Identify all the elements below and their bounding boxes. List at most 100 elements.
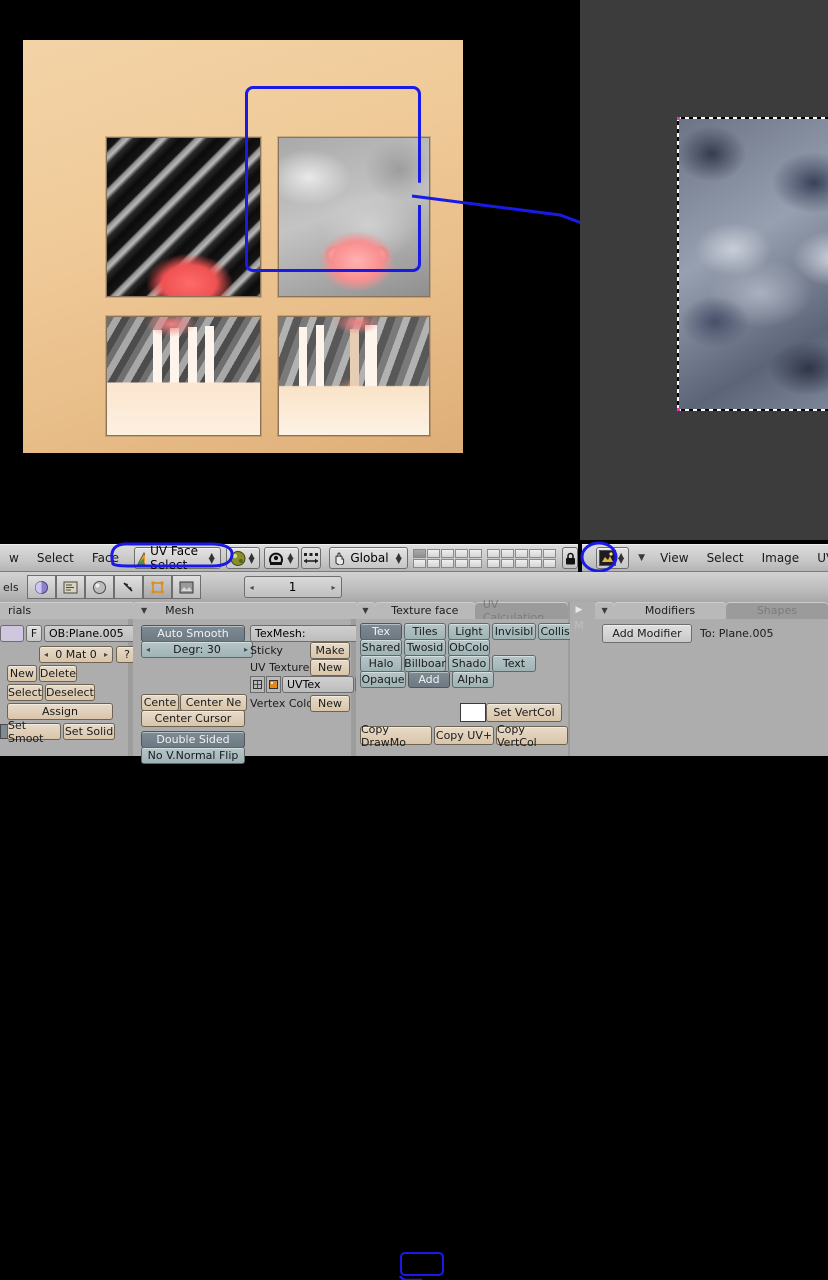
frame-next-icon[interactable]: ▸ — [332, 583, 336, 592]
object-constraints-icon[interactable] — [113, 575, 143, 599]
layer-button[interactable] — [515, 558, 529, 568]
new-material-button[interactable]: New — [7, 665, 37, 682]
texmesh-field[interactable]: TexMesh: — [250, 625, 358, 642]
select-button[interactable]: Select — [7, 684, 43, 701]
uvtex-entry-row[interactable]: UVTex ✕ — [250, 676, 371, 693]
mode-selector-chevrons[interactable]: ▲ ▼ — [207, 552, 217, 565]
layer-button[interactable] — [427, 558, 441, 568]
set-vertcol-button[interactable]: Set VertCol — [486, 703, 562, 722]
shading-icon[interactable] — [84, 575, 114, 599]
panel-link-materials-tab[interactable]: rials — [0, 602, 140, 619]
face-bottom-right[interactable] — [278, 316, 430, 436]
image-icon[interactable] — [266, 676, 281, 693]
degr-next-icon[interactable]: ▸ — [244, 645, 248, 654]
panel-modifiers-collapse[interactable]: ▼ — [595, 602, 615, 619]
panel-collapse-icon[interactable]: ▼ — [601, 606, 607, 615]
layer-button[interactable] — [529, 548, 543, 558]
texface-tex-toggle[interactable]: Tex — [360, 623, 402, 640]
grid-icon[interactable] — [250, 676, 265, 693]
texface-text-toggle[interactable]: Text — [492, 655, 536, 672]
texface-add-toggle[interactable]: Add — [408, 671, 450, 688]
uv-menu-select[interactable]: Select — [698, 546, 753, 570]
copy-vertcol-button[interactable]: Copy VertCol — [496, 723, 568, 749]
3d-viewport[interactable] — [0, 0, 580, 540]
object-name-field[interactable]: OB:Plane.005 — [44, 625, 140, 642]
center-new-button[interactable]: Center Ne — [180, 694, 247, 711]
material-color-swatch[interactable] — [0, 625, 24, 642]
editing-icon[interactable] — [142, 575, 172, 599]
center-cursor-button[interactable]: Center Cursor — [141, 710, 245, 727]
menu-select[interactable]: Select — [28, 546, 83, 570]
layer-button[interactable] — [455, 548, 469, 558]
layer-buttons-group-2[interactable] — [487, 548, 557, 568]
textured-plane[interactable] — [23, 40, 463, 453]
vertcol-color-swatch[interactable] — [460, 703, 486, 722]
orientation-chevrons[interactable]: ▲ ▼ — [394, 552, 404, 565]
triangle-right-icon[interactable]: ▶ — [572, 605, 586, 615]
auto-smooth-degrees-field[interactable]: ◂ Degr: 30 ▸ — [141, 641, 253, 658]
layer-button[interactable] — [469, 548, 483, 558]
tab-modifiers[interactable]: Modifiers — [614, 602, 726, 619]
uvtex-name-field[interactable]: UVTex — [282, 676, 354, 693]
layer-button[interactable] — [427, 548, 441, 558]
texface-shadow-toggle[interactable]: Shado — [448, 655, 490, 672]
layer-button[interactable] — [469, 558, 483, 568]
assign-button[interactable]: Assign — [7, 703, 113, 720]
texface-shared-toggle[interactable]: Shared — [360, 639, 402, 656]
set-smooth-button[interactable]: Set Smoot — [7, 719, 61, 745]
draw-type-chevrons[interactable]: ▲ ▼ — [247, 552, 257, 565]
double-sided-toggle[interactable]: Double Sided — [141, 731, 245, 748]
layer-button[interactable] — [487, 548, 501, 558]
layer-button[interactable] — [487, 558, 501, 568]
add-modifier-button[interactable]: Add Modifier — [602, 624, 692, 643]
layer-button[interactable] — [441, 558, 455, 568]
texface-twosided-toggle[interactable]: Twosid — [404, 639, 446, 656]
texface-opaque-toggle[interactable]: Opaque — [360, 671, 406, 688]
texface-tiles-toggle[interactable]: Tiles — [404, 623, 446, 640]
mat-next-icon[interactable]: ▸ — [104, 650, 108, 659]
layer-buttons-group-1[interactable] — [413, 548, 483, 568]
sticky-make-button[interactable]: Make — [310, 642, 350, 659]
context-icon-group[interactable] — [26, 575, 201, 599]
mode-selector[interactable]: UV Face Select ▲ ▼ — [134, 544, 221, 572]
mat-prev-icon[interactable]: ◂ — [44, 650, 48, 659]
transform-orientation-selector[interactable]: Global ▲ ▼ — [329, 547, 408, 569]
frame-field[interactable]: ◂ 1 ▸ — [243, 576, 342, 598]
manipulator-toggle[interactable] — [300, 547, 321, 569]
face-bottom-left[interactable] — [106, 316, 261, 436]
draw-type-selector[interactable]: ▲ ▼ — [225, 547, 260, 569]
deselect-button[interactable]: Deselect — [44, 684, 95, 701]
face-top-left[interactable] — [106, 137, 261, 297]
vertex-color-new-button[interactable]: New — [310, 695, 350, 712]
layer-lock-toggle[interactable] — [562, 547, 579, 569]
uv-image-editor[interactable] — [580, 0, 828, 540]
copy-drawmode-button[interactable]: Copy DrawMo — [360, 723, 432, 749]
uv-menu-view[interactable]: View — [651, 546, 697, 570]
tab-shapes[interactable]: Shapes — [725, 602, 828, 619]
material-index-field[interactable]: ◂ 0 Mat 0 ▸ — [39, 646, 113, 663]
texface-light-toggle[interactable]: Light — [448, 623, 490, 640]
editor-type-chevrons[interactable]: ▲ ▼ — [616, 552, 626, 565]
uv-editor-image[interactable] — [677, 117, 828, 411]
auto-smooth-toggle[interactable]: Auto Smooth — [141, 625, 245, 642]
uv-editor-type-selector[interactable]: ▲ ▼ — [596, 547, 630, 569]
scripts-icon[interactable] — [171, 575, 201, 599]
uv-menu-uvs[interactable]: UVs — [808, 546, 828, 570]
degr-prev-icon[interactable]: ◂ — [146, 645, 150, 654]
uv-menu-image[interactable]: Image — [753, 546, 809, 570]
texface-billboard-toggle[interactable]: Billboar — [404, 655, 446, 672]
tab-texture-face[interactable]: Texture face — [374, 602, 475, 619]
menu-face[interactable]: Face — [83, 546, 128, 570]
tab-uv-calculation[interactable]: UV Calculation — [474, 598, 568, 624]
pivot-selector[interactable]: ▲ ▼ — [264, 547, 299, 569]
layer-button[interactable] — [543, 558, 557, 568]
delete-material-button[interactable]: Delete — [38, 665, 77, 682]
menu-view[interactable]: w — [0, 546, 28, 570]
set-solid-button[interactable]: Set Solid — [63, 723, 115, 740]
layer-button[interactable] — [543, 548, 557, 558]
layer-button[interactable] — [441, 548, 455, 558]
chevron-down-icon[interactable]: ▼ — [638, 553, 645, 563]
pivot-chevrons[interactable]: ▲ ▼ — [285, 552, 295, 565]
layer-button[interactable] — [515, 548, 529, 558]
panel-texface-collapse[interactable]: ▼ — [356, 602, 375, 619]
